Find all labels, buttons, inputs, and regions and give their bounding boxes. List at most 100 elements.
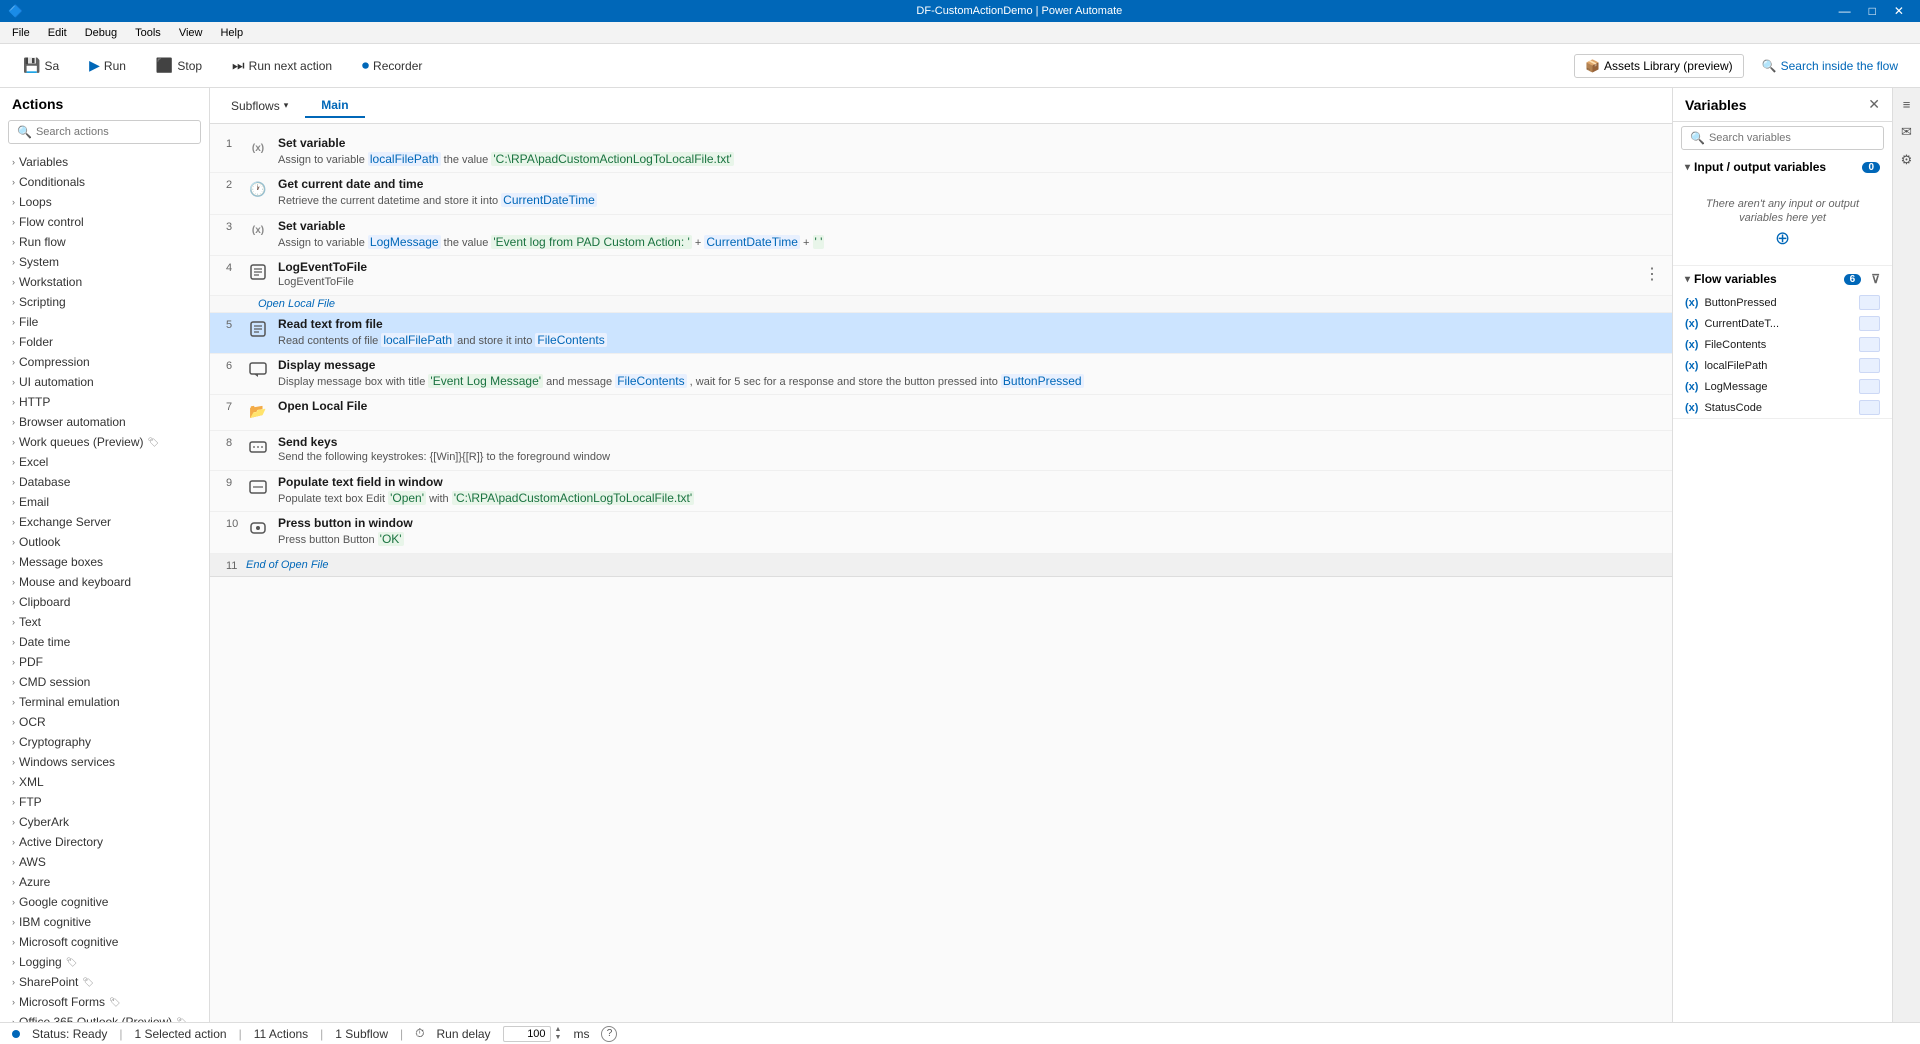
sidebar-item-folder[interactable]: › Folder bbox=[0, 332, 209, 352]
sidebar-item-logging[interactable]: › Logging 🏷 bbox=[0, 952, 209, 972]
sidebar-item-windows_services[interactable]: › Windows services bbox=[0, 752, 209, 772]
sidebar-item-ibm_cognitive[interactable]: › IBM cognitive bbox=[0, 912, 209, 932]
main-tab[interactable]: Main bbox=[305, 94, 364, 118]
variable-name: ButtonPressed bbox=[1704, 297, 1852, 309]
sidebar-item-workstation[interactable]: › Workstation bbox=[0, 272, 209, 292]
sidebar-item-datetime[interactable]: › Date time bbox=[0, 632, 209, 652]
sidebar-item-email[interactable]: › Email bbox=[0, 492, 209, 512]
menu-view[interactable]: View bbox=[171, 25, 211, 41]
search-variables-input[interactable] bbox=[1709, 132, 1875, 144]
sidebar-item-conditionals[interactable]: › Conditionals bbox=[0, 172, 209, 192]
delay-spinner[interactable]: ▲ ▼ bbox=[555, 1026, 562, 1042]
email-icon[interactable]: ✉ bbox=[1895, 120, 1919, 144]
menu-edit[interactable]: Edit bbox=[40, 25, 75, 41]
subflows-tab[interactable]: Subflows ▾ bbox=[218, 94, 301, 118]
delay-down-arrow[interactable]: ▼ bbox=[555, 1034, 562, 1042]
sidebar-item-http[interactable]: › HTTP bbox=[0, 392, 209, 412]
sidebar-item-pdf[interactable]: › PDF bbox=[0, 652, 209, 672]
sidebar-item-terminal_emulation[interactable]: › Terminal emulation bbox=[0, 692, 209, 712]
menu-help[interactable]: Help bbox=[212, 25, 251, 41]
sidebar-item-ocr[interactable]: › OCR bbox=[0, 712, 209, 732]
sidebar-item-outlook[interactable]: › Outlook bbox=[0, 532, 209, 552]
sidebar-item-loops[interactable]: › Loops bbox=[0, 192, 209, 212]
next-action-button[interactable]: ⏭ Run next action bbox=[221, 52, 343, 79]
flow-step-10[interactable]: 10 Press button in window Press button B… bbox=[210, 512, 1672, 553]
run-button[interactable]: ▶ Run bbox=[78, 52, 137, 79]
flow-var-buttonpressed[interactable]: (x) ButtonPressed bbox=[1673, 292, 1892, 313]
actions-search-box[interactable]: 🔍 bbox=[8, 120, 201, 144]
menu-file[interactable]: File bbox=[4, 25, 38, 41]
stop-button[interactable]: ⬛ Stop bbox=[145, 52, 213, 79]
menu-debug[interactable]: Debug bbox=[77, 25, 125, 41]
flow-step-5[interactable]: 5 Read text from file Read contents of f… bbox=[210, 313, 1672, 354]
sidebar-item-clipboard[interactable]: › Clipboard bbox=[0, 592, 209, 612]
sidebar-item-browser_automation[interactable]: › Browser automation bbox=[0, 412, 209, 432]
run-delay-input[interactable] bbox=[503, 1026, 551, 1042]
sidebar-item-office365_outlook[interactable]: › Office 365 Outlook (Preview) 🏷 bbox=[0, 1012, 209, 1022]
flow-step-7[interactable]: 7 📂 Open Local File bbox=[210, 395, 1672, 431]
help-icon[interactable]: ? bbox=[601, 1026, 617, 1042]
flow-var-statuscode[interactable]: (x) StatusCode bbox=[1673, 397, 1892, 418]
assets-library-button[interactable]: 📦 Assets Library (preview) bbox=[1574, 54, 1744, 78]
sidebar-item-run_flow[interactable]: › Run flow bbox=[0, 232, 209, 252]
sidebar-item-message_boxes[interactable]: › Message boxes bbox=[0, 552, 209, 572]
sidebar-item-system[interactable]: › System bbox=[0, 252, 209, 272]
sidebar-item-sharepoint[interactable]: › SharePoint 🏷 bbox=[0, 972, 209, 992]
flow-step-9[interactable]: 9 Populate text field in window Populate… bbox=[210, 471, 1672, 512]
flow-step-8[interactable]: 8 Send keys Send the following keystroke… bbox=[210, 431, 1672, 470]
sidebar-item-microsoft_forms[interactable]: › Microsoft Forms 🏷 bbox=[0, 992, 209, 1012]
sidebar-item-ftp[interactable]: › FTP bbox=[0, 792, 209, 812]
menu-tools[interactable]: Tools bbox=[127, 25, 169, 41]
sidebar-item-azure[interactable]: › Azure bbox=[0, 872, 209, 892]
input-output-header[interactable]: ▾ Input / output variables 0 bbox=[1673, 154, 1892, 180]
flow-var-currentdatet-[interactable]: (x) CurrentDateT... bbox=[1673, 313, 1892, 334]
sidebar-item-mouse_keyboard[interactable]: › Mouse and keyboard bbox=[0, 572, 209, 592]
close-btn[interactable]: ✕ bbox=[1886, 4, 1912, 18]
restore-btn[interactable]: □ bbox=[1861, 4, 1884, 18]
sidebar-item-cmd_session[interactable]: › CMD session bbox=[0, 672, 209, 692]
variables-close-button[interactable]: ✕ bbox=[1868, 96, 1880, 113]
sidebar-item-compression[interactable]: › Compression bbox=[0, 352, 209, 372]
filter-icon[interactable]: ⊽ bbox=[1871, 272, 1880, 286]
sidebar-item-text[interactable]: › Text bbox=[0, 612, 209, 632]
sidebar-toggle-button[interactable]: ≡ bbox=[1895, 92, 1919, 116]
sidebar-item-excel[interactable]: › Excel bbox=[0, 452, 209, 472]
sidebar-item-database[interactable]: › Database bbox=[0, 472, 209, 492]
sidebar-item-file[interactable]: › File bbox=[0, 312, 209, 332]
flow-var-logmessage[interactable]: (x) LogMessage bbox=[1673, 376, 1892, 397]
search-actions-input[interactable] bbox=[36, 126, 192, 138]
flow-step-4[interactable]: 4 LogEventToFile LogEventToFile ⋮ bbox=[210, 256, 1672, 295]
sidebar-item-google_cognitive[interactable]: › Google cognitive bbox=[0, 892, 209, 912]
sidebar-item-microsoft_cognitive[interactable]: › Microsoft cognitive bbox=[0, 932, 209, 952]
sidebar-item-aws[interactable]: › AWS bbox=[0, 852, 209, 872]
variables-search-box[interactable]: 🔍 bbox=[1681, 126, 1884, 150]
sidebar-item-xml[interactable]: › XML bbox=[0, 772, 209, 792]
flow-variables-header[interactable]: ▾ Flow variables 6 ⊽ bbox=[1673, 266, 1892, 292]
end-group-step[interactable]: 11 End of Open File bbox=[210, 554, 1672, 577]
minimize-btn[interactable]: — bbox=[1831, 4, 1859, 18]
save-button[interactable]: 💾 Sa bbox=[12, 52, 70, 79]
flow-var-localfilepath[interactable]: (x) localFilePath bbox=[1673, 355, 1892, 376]
flow-step-1[interactable]: 1 (x) Set variable Assign to variable lo… bbox=[210, 132, 1672, 173]
sidebar-item-cyberark[interactable]: › CyberArk bbox=[0, 812, 209, 832]
flow-step-3[interactable]: 3 (x) Set variable Assign to variable Lo… bbox=[210, 215, 1672, 256]
sidebar-item-flow_control[interactable]: › Flow control bbox=[0, 212, 209, 232]
sidebar-item-scripting[interactable]: › Scripting bbox=[0, 292, 209, 312]
flow-step-6[interactable]: 6 Display message Display message box wi… bbox=[210, 354, 1672, 395]
step-more-button[interactable]: ⋮ bbox=[1644, 264, 1660, 284]
sidebar-item-variables[interactable]: › Variables bbox=[0, 152, 209, 172]
recorder-button[interactable]: ⏺ Recorder bbox=[351, 52, 433, 79]
sidebar-item-active_directory[interactable]: › Active Directory bbox=[0, 832, 209, 852]
search-flow-button[interactable]: 🔍 Search inside the flow bbox=[1752, 55, 1908, 77]
sidebar-item-work_queues[interactable]: › Work queues (Preview) 🏷 bbox=[0, 432, 209, 452]
flow-var-filecontents[interactable]: (x) FileContents bbox=[1673, 334, 1892, 355]
sidebar-item-ui_automation[interactable]: › UI automation bbox=[0, 372, 209, 392]
settings-icon[interactable]: ⚙ bbox=[1895, 148, 1919, 172]
sidebar-item-exchange_server[interactable]: › Exchange Server bbox=[0, 512, 209, 532]
recorder-icon: ⏺ bbox=[362, 57, 369, 74]
flow-step-2[interactable]: 2 🕐 Get current date and time Retrieve t… bbox=[210, 173, 1672, 214]
delay-up-arrow[interactable]: ▲ bbox=[555, 1026, 562, 1034]
category-label: Microsoft Forms bbox=[19, 995, 105, 1009]
add-input-output-button[interactable]: ⊕ bbox=[1775, 228, 1790, 248]
sidebar-item-cryptography[interactable]: › Cryptography bbox=[0, 732, 209, 752]
